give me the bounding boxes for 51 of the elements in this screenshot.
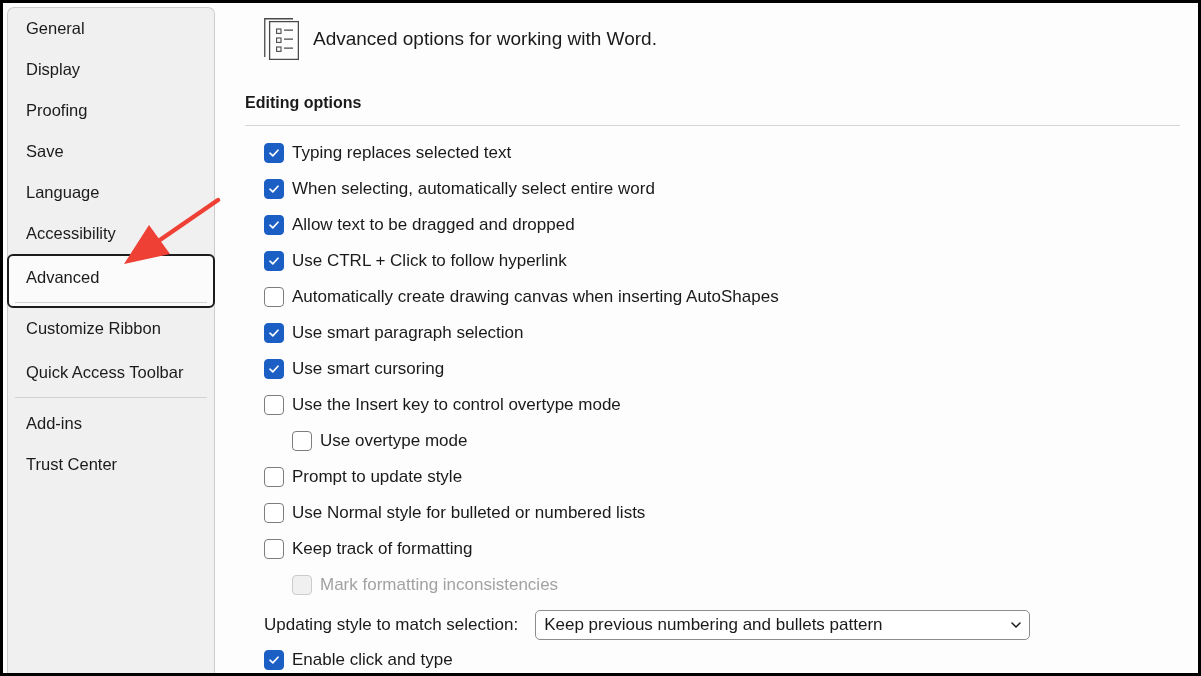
checkmark-icon — [269, 149, 279, 157]
dropdown-label: Updating style to match selection: — [264, 615, 519, 635]
page-heading: Advanced options for working with Word. — [313, 28, 657, 50]
checkbox[interactable] — [264, 323, 284, 343]
checkbox-label: Use smart paragraph selection — [292, 323, 524, 343]
section-title: Editing options — [245, 93, 362, 113]
checkbox[interactable] — [292, 431, 312, 451]
checkbox-label: Automatically create drawing canvas when inserting AutoShapes — [292, 287, 779, 307]
checkbox[interactable] — [264, 287, 284, 307]
checkbox-label: Mark formatting inconsistencies — [320, 575, 559, 595]
checkbox[interactable] — [264, 650, 284, 670]
checkbox-label: Use the Insert key to control overtype mode — [292, 395, 621, 415]
checkbox[interactable] — [264, 359, 284, 379]
checkbox-label: Prompt to update style — [292, 467, 463, 487]
sidebar-item[interactable]: Advanced — [7, 254, 215, 308]
checkbox-label: Allow text to be dragged and dropped — [292, 215, 575, 235]
checkbox-label: Use CTRL + Click to follow hyperlink — [292, 251, 567, 271]
checkbox[interactable] — [264, 467, 284, 487]
sidebar-item[interactable]: Customize Ribbon — [8, 308, 214, 349]
checkmark-icon — [269, 329, 279, 337]
sidebar-item[interactable]: Display — [8, 49, 214, 90]
sidebar-item[interactable]: General — [8, 8, 214, 49]
sidebar-item[interactable]: Add-ins — [8, 403, 214, 444]
checkmark-icon — [269, 365, 279, 373]
sidebar-item[interactable]: Accessibility — [8, 213, 214, 254]
checkbox[interactable] — [264, 179, 284, 199]
checkmark-icon — [269, 185, 279, 193]
sidebar-item[interactable]: Trust Center — [8, 444, 214, 485]
document-list-icon — [264, 18, 299, 60]
sidebar-item[interactable]: Language — [8, 172, 214, 213]
checkbox-label: Use Normal style for bulleted or numbered lists — [292, 503, 646, 523]
sidebar-item[interactable]: Proofing — [8, 90, 214, 131]
sidebar-item[interactable]: Save — [8, 131, 214, 172]
checkmark-icon — [269, 656, 279, 664]
checkbox-label: Use smart cursoring — [292, 359, 445, 379]
checkbox[interactable] — [264, 215, 284, 235]
checkbox[interactable] — [264, 395, 284, 415]
checkbox[interactable] — [264, 251, 284, 271]
checkbox[interactable] — [264, 539, 284, 559]
chevron-down-icon — [1011, 622, 1022, 628]
sidebar-item[interactable]: Quick Access Toolbar — [8, 349, 214, 403]
checkbox-label: Typing replaces selected text — [292, 143, 512, 163]
checkbox-label: Enable click and type — [292, 650, 453, 670]
checkmark-icon — [269, 221, 279, 229]
checkbox-label: Keep track of formatting — [292, 539, 473, 559]
checkbox[interactable] — [264, 503, 284, 523]
checkbox-label: When selecting, automatically select entire word — [292, 179, 655, 199]
checkbox[interactable] — [264, 143, 284, 163]
dropdown[interactable]: Keep previous numbering and bullets pattern — [535, 610, 1031, 640]
checkbox-label: Use overtype mode — [320, 431, 468, 451]
checkmark-icon — [269, 257, 279, 265]
